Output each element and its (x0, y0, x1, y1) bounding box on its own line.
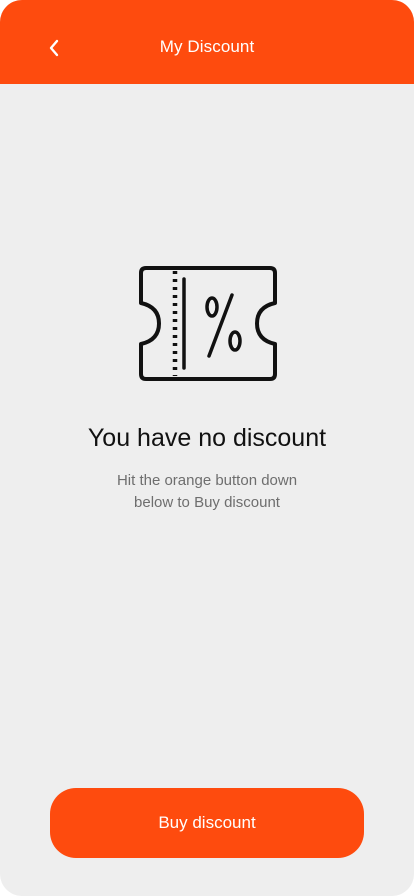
page-title: My Discount (159, 37, 255, 56)
empty-state-message-line-1: Hit the orange button down (116, 472, 298, 489)
empty-state-message: Hit the orange button down below to Buy … (97, 470, 317, 514)
buy-discount-button[interactable]: Buy discount (50, 788, 364, 858)
discount-screen: My Discount You have no discount Hit the… (0, 0, 414, 896)
empty-state-heading: You have no discount (87, 424, 327, 452)
app-bar: My Discount (0, 0, 414, 84)
empty-state-message-line-2: below to Buy discount (134, 494, 280, 511)
discount-ticket-icon (139, 266, 277, 381)
